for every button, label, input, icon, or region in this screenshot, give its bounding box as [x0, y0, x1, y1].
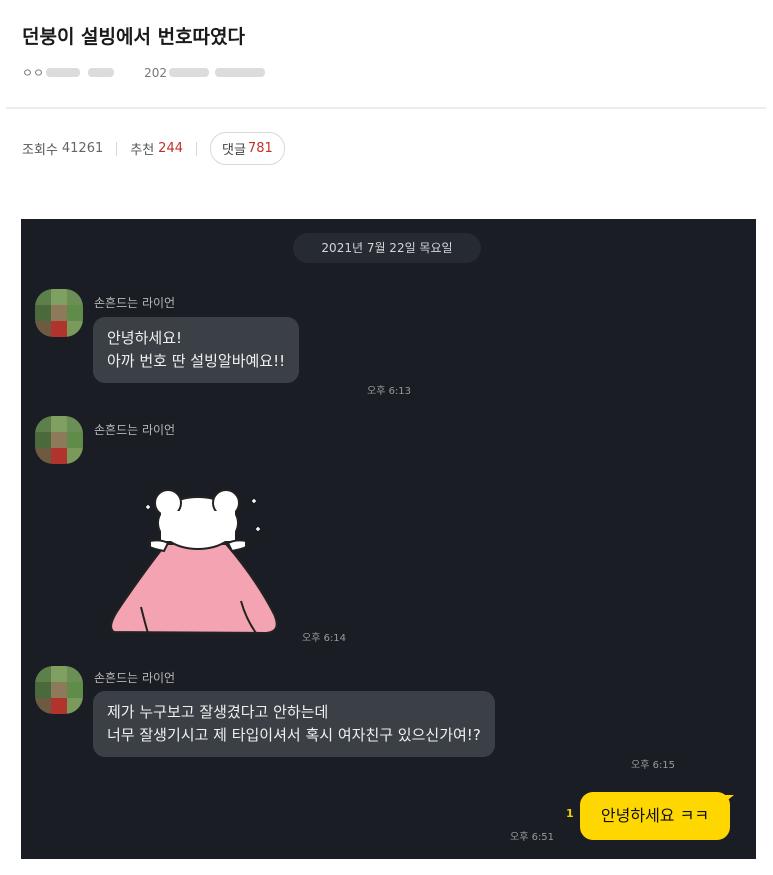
message-time: 오후 6:14 [302, 633, 347, 644]
message-line: 제가 누구보고 잘생겼다고 안하는데 [107, 703, 329, 721]
author-blur-2 [88, 68, 115, 77]
comments-count: 781 [247, 141, 273, 156]
message-line: 너무 잘생기시고 제 타입이셔서 혹시 여자친구 있으신가여!? [107, 726, 481, 744]
date-blur [169, 68, 209, 77]
date-divider: 2021년 7월 22일 목요일 [293, 233, 481, 263]
author-name[interactable]: ㅇㅇ [22, 64, 44, 81]
sender-name: 손흔드는 라이언 [94, 296, 176, 310]
date-blur-2 [215, 68, 265, 77]
stats-separator [116, 141, 118, 156]
chat-screenshot: 2021년 7월 22일 목요일 손흔드는 라이언 안녕하세요! 아까 번호 딴… [21, 219, 756, 859]
post-meta: ㅇㅇ 202 [22, 64, 265, 81]
pink-blanket-bear-sticker[interactable] [106, 489, 286, 639]
my-bubble-tail [724, 795, 734, 803]
post-title: 던붕이 설빙에서 번호따였다 [22, 26, 245, 48]
my-message-bubble[interactable]: 안녕하세요 ㅋㅋ [580, 792, 730, 840]
likes-label: 추천 [130, 143, 155, 158]
message-time: 오후 6:51 [510, 832, 555, 843]
unread-count: 1 [566, 807, 574, 820]
comments-label: 댓글 [222, 143, 246, 158]
header-divider [6, 107, 766, 109]
sender-avatar[interactable] [35, 666, 83, 714]
message-time: 오후 6:15 [631, 760, 676, 771]
message-time: 오후 6:13 [367, 386, 412, 397]
sender-avatar[interactable] [35, 416, 83, 464]
stats-separator [196, 141, 197, 156]
comments-button[interactable]: 댓글 781 [210, 132, 285, 165]
author-blur [46, 68, 81, 77]
sender-name: 손흔드는 라이언 [94, 423, 176, 437]
views-label: 조회수 [22, 143, 58, 158]
sender-name: 손흔드는 라이언 [94, 671, 176, 685]
sender-avatar[interactable] [35, 289, 83, 337]
post-date: 202 [144, 65, 167, 80]
message-bubble[interactable]: 안녕하세요! 아까 번호 딴 설빙알바예요!! [93, 317, 300, 383]
message-bubble[interactable]: 제가 누구보고 잘생겼다고 안하는데 너무 잘생기시고 제 타입이셔서 혹시 여… [93, 691, 495, 757]
post-stats: 조회수 41261 추천 244 댓글 781 [22, 132, 285, 165]
message-line: 아까 번호 딴 설빙알바예요!! [107, 352, 286, 370]
views-count: 41261 [61, 141, 104, 156]
message-line: 안녕하세요! [107, 329, 183, 347]
likes-count: 244 [158, 141, 183, 156]
